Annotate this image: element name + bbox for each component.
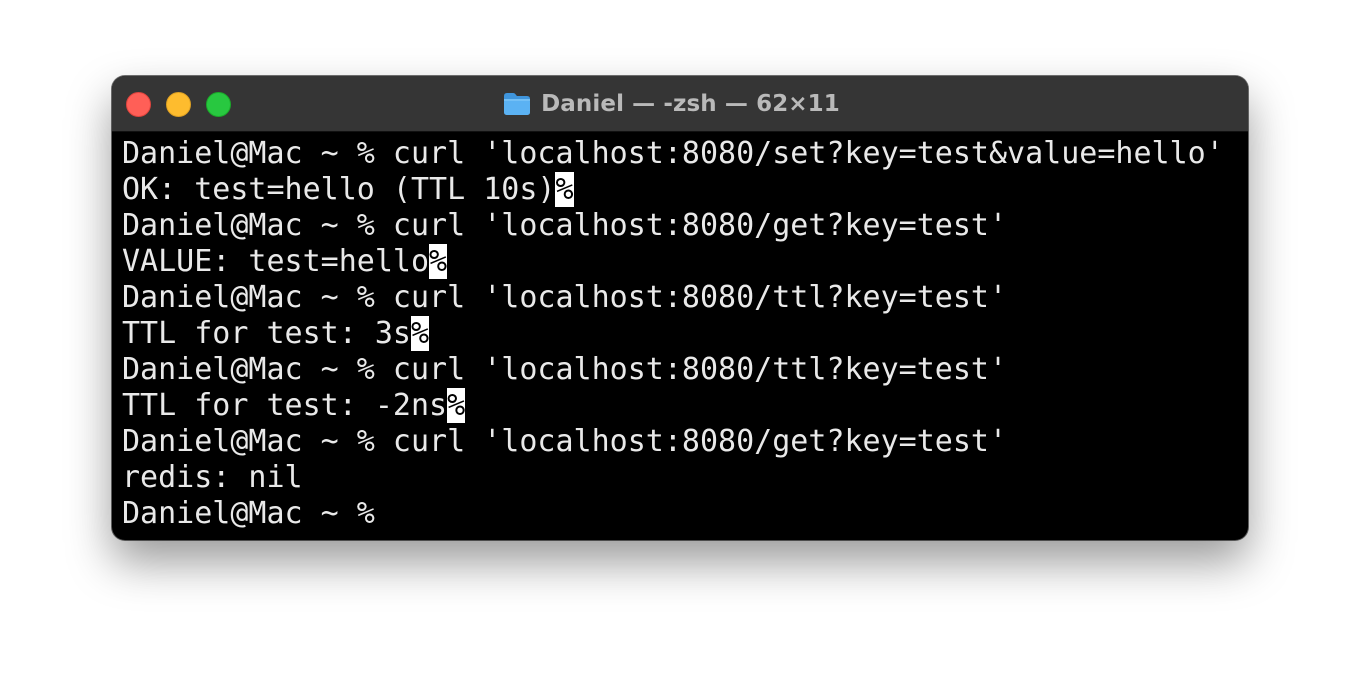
- terminal-line: TTL for test: -2ns%: [122, 388, 1238, 424]
- window-title: Daniel — -zsh — 62×11: [541, 90, 840, 117]
- line-text: redis: nil: [122, 460, 303, 495]
- line-text: Daniel@Mac ~ % curl 'localhost:8080/get?…: [122, 424, 1008, 459]
- window-title-group: Daniel — -zsh — 62×11: [112, 76, 1248, 131]
- line-text: Daniel@Mac ~ % curl 'localhost:8080/ttl?…: [122, 352, 1008, 387]
- folder-icon: [502, 91, 532, 117]
- no-newline-marker: %: [555, 172, 574, 207]
- terminal-line: Daniel@Mac ~ % curl 'localhost:8080/ttl?…: [122, 280, 1238, 316]
- line-text: TTL for test: 3s: [122, 316, 411, 351]
- terminal-line: Daniel@Mac ~ % curl 'localhost:8080/get?…: [122, 208, 1238, 244]
- title-bar[interactable]: Daniel — -zsh — 62×11: [112, 76, 1248, 132]
- line-text: OK: test=hello (TTL 10s): [122, 172, 556, 207]
- terminal-line: TTL for test: 3s%: [122, 316, 1238, 352]
- terminal-prompt-line[interactable]: Daniel@Mac ~ %: [122, 496, 1238, 532]
- no-newline-marker: %: [429, 244, 448, 279]
- terminal-line: Daniel@Mac ~ % curl 'localhost:8080/ttl?…: [122, 352, 1238, 388]
- terminal-window: Daniel — -zsh — 62×11 Daniel@Mac ~ % cur…: [112, 76, 1248, 540]
- line-text: Daniel@Mac ~ % curl 'localhost:8080/ttl?…: [122, 280, 1008, 315]
- line-text: Daniel@Mac ~ % curl 'localhost:8080/set?…: [122, 136, 1224, 171]
- no-newline-marker: %: [447, 388, 466, 423]
- terminal-line: VALUE: test=hello%: [122, 244, 1238, 280]
- terminal-line: OK: test=hello (TTL 10s)%: [122, 172, 1238, 208]
- no-newline-marker: %: [410, 316, 430, 351]
- line-text: TTL for test: -2ns: [122, 388, 448, 423]
- terminal-line: redis: nil: [122, 460, 1238, 496]
- terminal-line: Daniel@Mac ~ % curl 'localhost:8080/set?…: [122, 136, 1238, 172]
- terminal-line: Daniel@Mac ~ % curl 'localhost:8080/get?…: [122, 424, 1238, 460]
- terminal-output[interactable]: Daniel@Mac ~ % curl 'localhost:8080/set?…: [122, 136, 1238, 540]
- line-text: Daniel@Mac ~ % curl 'localhost:8080/get?…: [122, 208, 1008, 243]
- line-text: VALUE: test=hello: [122, 244, 430, 279]
- prompt-text: Daniel@Mac ~ %: [122, 496, 393, 531]
